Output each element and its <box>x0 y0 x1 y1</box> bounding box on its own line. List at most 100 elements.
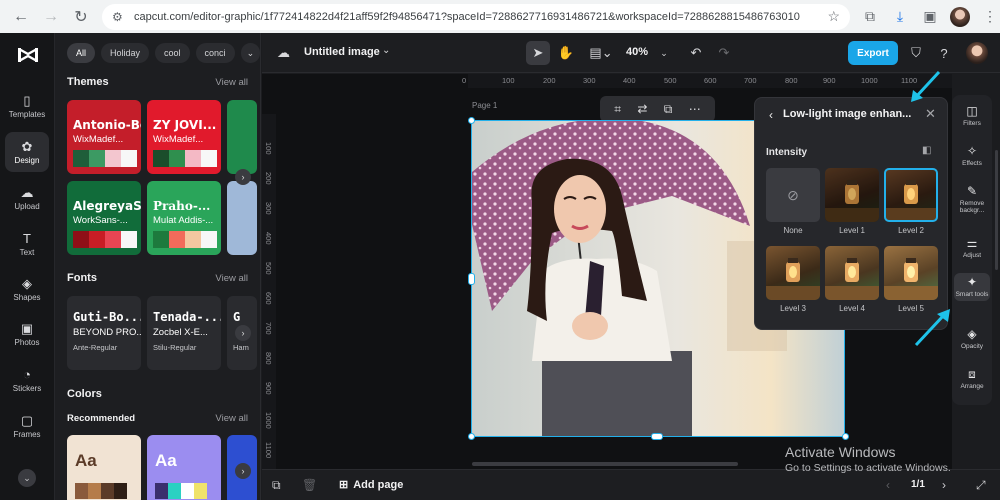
chevron-down-icon[interactable]: ⌄ <box>18 469 36 487</box>
compare-icon[interactable]: ◧ <box>922 145 931 156</box>
add-page-icon: ⊞ <box>339 479 349 491</box>
horizontal-scrollbar[interactable] <box>472 462 738 466</box>
theme-swatches <box>73 231 137 248</box>
theme-card[interactable]: AlegreyaS... WorkSans-... <box>67 181 141 255</box>
chevron-right-icon[interactable]: › <box>235 463 251 479</box>
download-icon[interactable]: ⤓ <box>890 7 910 27</box>
rail-photos[interactable]: ▣ Photos <box>5 314 49 354</box>
redo-icon[interactable]: ↷ <box>714 41 734 65</box>
chevron-down-icon[interactable]: ⌄ <box>656 41 672 65</box>
tool-remove-background[interactable]: ✎ Remove backgr... <box>954 185 990 215</box>
resize-handle[interactable] <box>651 433 663 440</box>
color-card[interactable]: Aa <box>67 435 141 500</box>
theme-card-partial[interactable] <box>227 100 257 174</box>
fullscreen-icon[interactable]: ⤢ <box>976 478 986 493</box>
theme-font-name: Praho-... <box>153 199 211 213</box>
cloud-sync-icon[interactable]: ☁ <box>277 45 290 61</box>
bookmark-star-icon[interactable]: ☆ <box>827 8 840 25</box>
chevron-left-icon[interactable]: ‹ <box>886 478 890 492</box>
theme-font-sub: WorkSans-... <box>73 215 128 226</box>
more-horizontal-icon[interactable]: ⋯ <box>689 102 701 116</box>
menu-kebab-icon[interactable]: ⋮ <box>980 7 1000 27</box>
resize-handle[interactable] <box>842 433 849 440</box>
tool-opacity[interactable]: ◈ Opacity <box>954 328 990 351</box>
ruler-tick: 1000 <box>861 76 878 85</box>
address-bar[interactable]: ⚙ capcut.com/editor-graphic/1f772414822d… <box>102 3 850 30</box>
pages-icon[interactable]: ⧉ <box>272 478 281 493</box>
level-option-3[interactable]: Level 3 <box>766 246 820 313</box>
chevron-right-icon[interactable]: › <box>942 478 946 492</box>
fonts-title: Fonts <box>67 272 97 284</box>
font-card[interactable]: Guti-Bo... BEYOND PRO... Ante-Regular <box>67 296 141 370</box>
rail-upload[interactable]: ☁ Upload <box>5 178 49 218</box>
low-light-enhance-panel: ‹ Low-light image enhan... ✕ Intensity ◧… <box>754 97 948 330</box>
ruler-tick: 900 <box>264 382 273 395</box>
resize-handle[interactable] <box>468 273 475 285</box>
document-title[interactable]: Untitled image <box>304 46 380 58</box>
level-option-5[interactable]: Level 5 <box>884 246 938 313</box>
chip-holiday[interactable]: Holiday <box>101 43 150 63</box>
themes-view-all[interactable]: View all <box>215 77 248 88</box>
level-option-2[interactable]: Level 2 <box>884 168 938 235</box>
capcut-logo[interactable] <box>16 45 40 65</box>
sidebar-icon[interactable]: ▣ <box>920 7 940 27</box>
browser-profile-avatar[interactable] <box>950 6 970 27</box>
rail-label: Photos <box>14 337 40 347</box>
chip-concise[interactable]: conci <box>195 43 235 63</box>
resize-handle[interactable] <box>468 433 475 440</box>
theme-card-partial[interactable] <box>227 181 257 255</box>
vertical-scrollbar[interactable] <box>995 150 998 270</box>
font-card[interactable]: Tenada-... Zocbel X-E... Stilu-Regular <box>147 296 221 370</box>
lantern-thumbnail <box>825 246 879 300</box>
tool-effects[interactable]: ✧ Effects <box>954 145 990 168</box>
chevron-down-icon[interactable]: ⌄ <box>382 45 390 56</box>
zoom-level[interactable]: 40% <box>626 46 648 58</box>
close-icon[interactable]: ✕ <box>925 106 936 122</box>
chevron-down-icon[interactable]: ⌄ <box>240 43 260 63</box>
color-card[interactable]: Aa <box>147 435 221 500</box>
resize-handle[interactable] <box>468 117 475 124</box>
colors-view-all[interactable]: View all <box>215 413 248 424</box>
level-option-1[interactable]: Level 1 <box>825 168 879 235</box>
undo-icon[interactable]: ↶ <box>686 41 706 65</box>
trash-icon[interactable]: 🗑 <box>302 478 317 492</box>
tool-smart-tools[interactable]: ✦ Smart tools <box>954 273 990 301</box>
forward-icon[interactable]: → <box>38 4 64 30</box>
rail-design[interactable]: ✿ Design <box>5 132 49 172</box>
tool-filters[interactable]: ◫ Filters <box>954 105 990 128</box>
theme-card[interactable]: ZY JOVI... WixMadef... <box>147 100 221 174</box>
user-avatar[interactable] <box>966 42 988 64</box>
flip-icon[interactable]: ⇄ <box>637 102 647 116</box>
layout-resize-icon[interactable]: ▤⌄ <box>584 41 618 65</box>
add-page-button[interactable]: ⊞ Add page <box>339 478 403 492</box>
select-pointer-icon[interactable]: ➤ <box>526 41 550 65</box>
crop-icon[interactable]: ⌗ <box>614 102 621 117</box>
chevron-right-icon[interactable]: › <box>235 169 251 185</box>
reload-icon[interactable]: ↻ <box>68 4 94 30</box>
fonts-view-all[interactable]: View all <box>215 273 248 284</box>
shield-icon[interactable]: ⛉ <box>906 41 926 65</box>
rail-frames[interactable]: ▢ Frames <box>5 406 49 446</box>
site-settings-icon[interactable]: ⚙ <box>112 10 126 24</box>
extensions-icon[interactable]: ⧉ <box>860 7 880 27</box>
chevron-left-icon[interactable]: ‹ <box>769 108 773 122</box>
export-button[interactable]: Export <box>848 41 898 65</box>
theme-card[interactable]: Praho-... Mulat Addis-... <box>147 181 221 255</box>
rail-stickers[interactable]: ◔ Stickers <box>5 360 49 400</box>
tool-arrange[interactable]: ⧈ Arrange <box>954 368 990 391</box>
windows-activation-watermark: Activate Windows Go to Settings to activ… <box>785 444 951 474</box>
back-icon[interactable]: ← <box>8 4 34 30</box>
level-option-none[interactable]: ⊘ None <box>766 168 820 235</box>
chevron-right-icon[interactable]: › <box>235 325 251 341</box>
rail-text[interactable]: T Text <box>5 224 49 264</box>
rail-shapes[interactable]: ◈ Shapes <box>5 269 49 309</box>
level-option-4[interactable]: Level 4 <box>825 246 879 313</box>
theme-card[interactable]: Antonio-Bold WixMadef... <box>67 100 141 174</box>
chip-all[interactable]: All <box>67 43 96 63</box>
rail-templates[interactable]: ▯ Templates <box>5 86 49 126</box>
help-icon[interactable]: ? <box>934 41 954 65</box>
duplicate-icon[interactable]: ⧉ <box>664 102 673 117</box>
chip-cool[interactable]: cool <box>155 43 190 63</box>
hand-pan-icon[interactable]: ✋ <box>554 41 578 65</box>
tool-adjust[interactable]: ⚌ Adjust <box>954 237 990 260</box>
